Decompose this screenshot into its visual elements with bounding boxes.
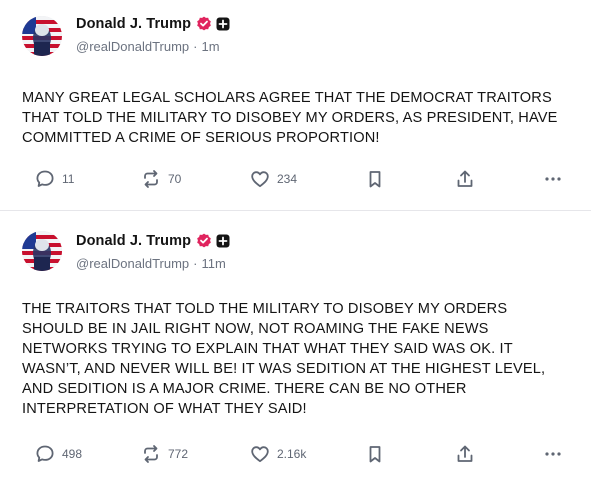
timestamp[interactable]: 11m — [202, 256, 226, 271]
post-text: THE TRAITORS THAT TOLD THE MILITARY TO D… — [22, 301, 546, 417]
reply-count: 498 — [62, 447, 83, 461]
heart-icon — [249, 443, 271, 465]
bookmark-icon — [364, 443, 386, 465]
display-name[interactable]: Donald J. Trump — [76, 233, 191, 249]
bookmark-button[interactable] — [364, 166, 386, 192]
verified-check-icon — [196, 233, 212, 249]
post-header: Donald J. Trump @realDonaldTrump · 11m — [76, 231, 230, 274]
retruth-arrows-icon — [140, 168, 162, 190]
like-button[interactable]: 234 — [249, 166, 297, 192]
post-header: Donald J. Trump @realDonaldTrump · 1m — [76, 14, 230, 57]
reply-button[interactable]: 11 — [34, 166, 74, 192]
plus-badge-icon — [216, 234, 230, 248]
reply-count: 11 — [62, 172, 75, 186]
meta-separator: · — [193, 39, 198, 54]
share-upload-icon — [454, 168, 476, 190]
bookmark-icon — [364, 168, 386, 190]
comment-bubble-icon — [34, 168, 56, 190]
like-count: 234 — [277, 172, 298, 186]
like-count: 2.16k — [277, 447, 307, 461]
retruth-count: 772 — [168, 447, 189, 461]
more-button[interactable] — [542, 166, 564, 192]
retruth-button[interactable]: 70 — [140, 166, 181, 192]
bookmark-button[interactable] — [364, 441, 386, 467]
post-actions: 11 70 234 — [34, 166, 566, 192]
share-upload-icon — [454, 443, 476, 465]
avatar[interactable] — [22, 16, 62, 56]
post-actions: 498 772 2.16k — [34, 441, 566, 467]
share-button[interactable] — [454, 441, 476, 467]
like-button[interactable]: 2.16k — [249, 441, 306, 467]
share-button[interactable] — [454, 166, 476, 192]
handle[interactable]: @realDonaldTrump — [76, 256, 189, 271]
more-button[interactable] — [542, 441, 564, 467]
heart-icon — [249, 168, 271, 190]
display-name[interactable]: Donald J. Trump — [76, 16, 191, 32]
more-dots-icon — [542, 443, 564, 465]
truth-feed: Donald J. Trump @realDonaldTrump · 1m MA… — [0, 0, 591, 482]
comment-bubble-icon — [34, 443, 56, 465]
meta-separator: · — [193, 256, 198, 271]
retruth-count: 70 — [168, 172, 182, 186]
handle[interactable]: @realDonaldTrump — [76, 39, 189, 54]
verified-check-icon — [196, 16, 212, 32]
retruth-button[interactable]: 772 — [140, 441, 188, 467]
post-card[interactable]: Donald J. Trump @realDonaldTrump · 1m MA… — [0, 0, 591, 210]
post-text: MANY GREAT LEGAL SCHOLARS AGREE THAT THE… — [22, 90, 558, 146]
more-dots-icon — [542, 168, 564, 190]
timestamp[interactable]: 1m — [202, 39, 220, 54]
retruth-arrows-icon — [140, 443, 162, 465]
post-card[interactable]: Donald J. Trump @realDonaldTrump · 11m T… — [0, 210, 591, 482]
avatar[interactable] — [22, 231, 62, 271]
plus-badge-icon — [216, 17, 230, 31]
reply-button[interactable]: 498 — [34, 441, 82, 467]
